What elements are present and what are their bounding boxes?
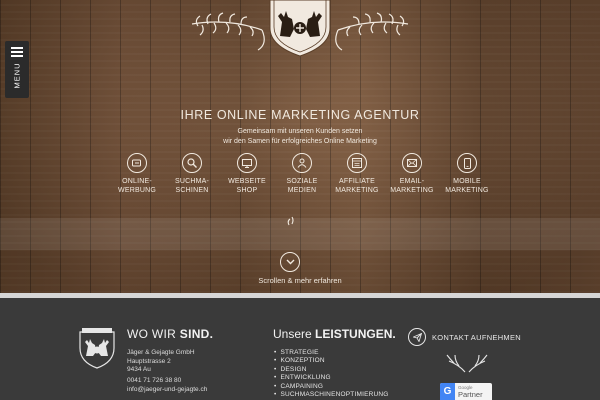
service-label-line1: SOZIALE bbox=[286, 178, 318, 185]
contact-button[interactable]: KONTAKT AUFNEHMEN bbox=[408, 328, 521, 346]
browser-icon bbox=[347, 153, 367, 173]
service-suchmaschinen[interactable]: SUCHMA- SCHINEN bbox=[165, 153, 219, 195]
services-title-light: Unsere bbox=[273, 327, 312, 341]
service-label-line1: WEBSEITE bbox=[228, 178, 266, 185]
service-webseite-shop[interactable]: WEBSEITE SHOP bbox=[220, 153, 274, 195]
service-label-line2: MARKETING bbox=[390, 186, 434, 194]
contact-block: 0041 71 726 38 80 info@jaeger-und-gejagt… bbox=[127, 377, 207, 394]
menu-label: MENU bbox=[12, 62, 22, 89]
footer-crest-logo[interactable] bbox=[78, 326, 116, 375]
smartphone-icon bbox=[457, 153, 477, 173]
services-title: Unsere LEISTUNGEN. bbox=[273, 327, 396, 341]
service-label-line1: ONLINE- bbox=[122, 178, 152, 185]
service-email-marketing[interactable]: EMAIL- MARKETING bbox=[385, 153, 439, 195]
people-icon bbox=[292, 153, 312, 173]
service-label-line2: MARKETING bbox=[445, 186, 489, 194]
menu-button[interactable]: MENU bbox=[5, 41, 29, 98]
services-nav: ONLINE- WERBUNG SUCHMA- SCHINEN WEBSEITE… bbox=[110, 153, 494, 201]
service-list-item[interactable]: ENTWICKLUNG bbox=[274, 374, 389, 382]
service-online-werbung[interactable]: ONLINE- WERBUNG bbox=[110, 153, 164, 195]
service-label-line1: MOBILE bbox=[453, 178, 481, 185]
scroll-label[interactable]: Scrollen & mehr erfahren bbox=[0, 276, 600, 285]
hero-section: MENU IHRE ONLINE MARKETING AGENTUR Gemei… bbox=[0, 0, 600, 293]
address-street: Hauptstrasse 2 bbox=[127, 357, 171, 365]
monitor-icon bbox=[237, 153, 257, 173]
envelope-icon bbox=[402, 153, 422, 173]
hamburger-icon bbox=[11, 47, 23, 57]
email-link[interactable]: info@jaeger-und-gejagte.ch bbox=[127, 386, 207, 395]
service-list-item[interactable]: KONZEPTION bbox=[274, 357, 389, 365]
scroll-down-button[interactable] bbox=[280, 252, 300, 272]
laurel-crest-logo bbox=[191, 0, 409, 57]
where-title-light: WO WIR bbox=[127, 327, 177, 341]
where-title: WO WIR SIND. bbox=[127, 327, 213, 341]
service-label-line1: SUCHMA- bbox=[174, 178, 210, 185]
badge-partner-label: Partner bbox=[458, 390, 483, 399]
hero-headline: IHRE ONLINE MARKETING AGENTUR bbox=[180, 108, 420, 122]
hero-subline-1: Gemeinsam mit unseren Kunden setzen bbox=[237, 128, 363, 135]
service-list-item[interactable]: DESIGN bbox=[274, 366, 389, 374]
service-soziale-medien[interactable]: SOZIALE MEDIEN bbox=[275, 153, 329, 195]
chevron-down-icon bbox=[286, 259, 294, 265]
where-title-bold: SIND. bbox=[179, 327, 214, 341]
seed-icon bbox=[287, 213, 295, 231]
services-list: STRATEGIE KONZEPTION DESIGN ENTWICKLUNG … bbox=[274, 349, 389, 399]
service-label-line1: AFFILIATE bbox=[339, 178, 375, 185]
service-affiliate-marketing[interactable]: AFFILIATE MARKETING bbox=[330, 153, 384, 195]
service-label-line2: WERBUNG bbox=[118, 186, 156, 194]
service-label-line1: EMAIL- bbox=[399, 178, 425, 185]
service-label-line2: MARKETING bbox=[335, 186, 379, 194]
hero-subline: Gemeinsam mit unseren Kunden setzen wir … bbox=[0, 127, 600, 147]
megaphone-icon bbox=[127, 153, 147, 173]
service-label-line2: SCHINEN bbox=[175, 186, 209, 194]
magnifier-icon bbox=[182, 153, 202, 173]
google-partner-badge[interactable]: G Google Partner bbox=[440, 383, 492, 400]
services-title-bold: LEISTUNGEN. bbox=[315, 327, 396, 341]
service-label-line2: MEDIEN bbox=[287, 186, 317, 194]
service-mobile-marketing[interactable]: MOBILE MARKETING bbox=[440, 153, 494, 195]
header-crest[interactable] bbox=[188, 0, 412, 58]
address-city: 9434 Au bbox=[127, 366, 151, 373]
address-company: Jäger & Gejagte GmbH bbox=[127, 349, 195, 356]
antlers-icon bbox=[445, 353, 489, 378]
service-list-item[interactable]: STRATEGIE bbox=[274, 349, 389, 357]
google-logo-icon: G bbox=[440, 383, 455, 400]
paper-plane-icon bbox=[408, 328, 426, 346]
hero-subline-2: wir den Samen für erfolgreiches Online M… bbox=[223, 138, 377, 145]
phone-link[interactable]: 0041 71 726 38 80 bbox=[127, 377, 207, 386]
service-list-item[interactable]: CAMPAINING bbox=[274, 383, 389, 391]
contact-label: KONTAKT AUFNEHMEN bbox=[432, 332, 521, 342]
service-label-line2: SHOP bbox=[236, 186, 258, 194]
service-list-item[interactable]: SUCHMASCHINENOPTIMIERUNG bbox=[274, 391, 389, 399]
hero-light-strip bbox=[0, 218, 600, 250]
address-block: Jäger & Gejagte GmbH Hauptstrasse 2 9434… bbox=[127, 349, 195, 375]
